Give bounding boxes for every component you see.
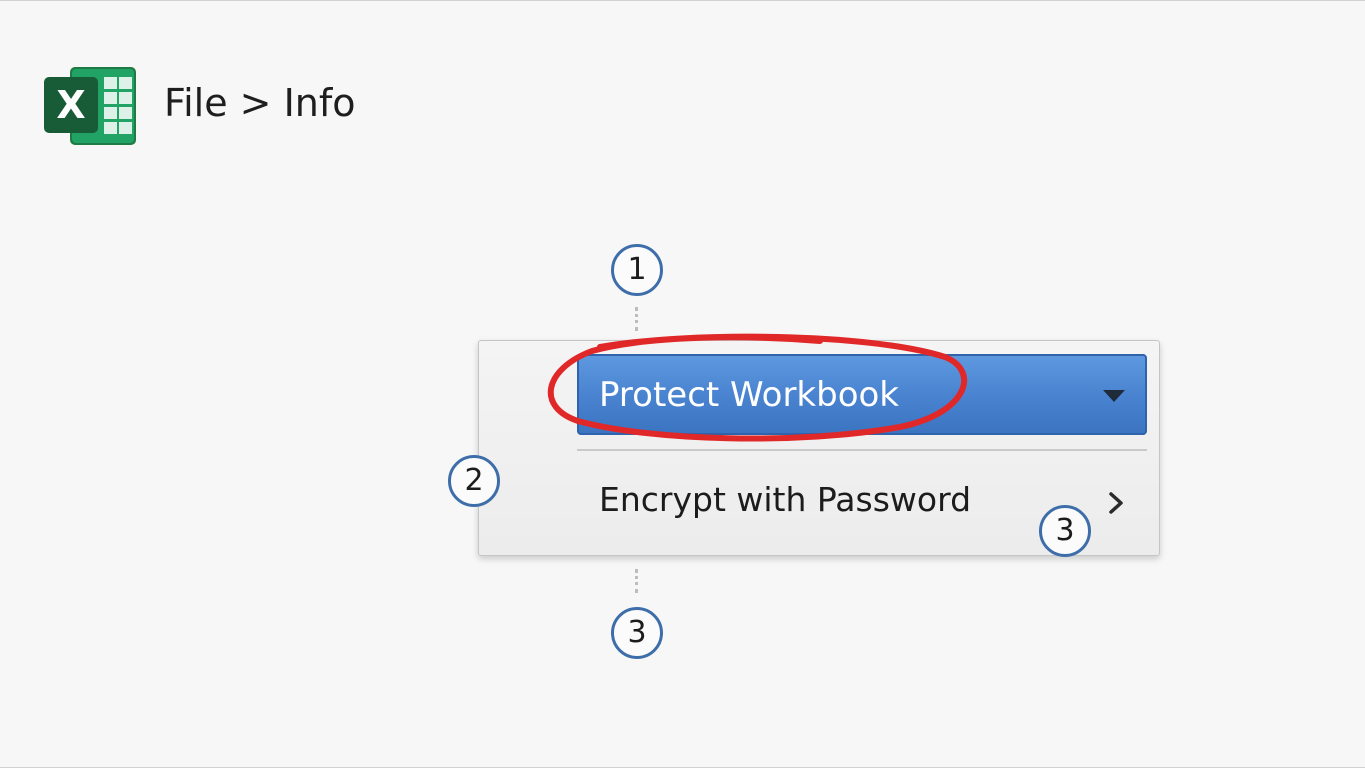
step-marker-1: 1	[611, 244, 663, 296]
step-marker-3-bottom: 3	[611, 607, 663, 659]
connector-dots-top	[635, 307, 638, 331]
page-title: File > Info	[164, 81, 356, 125]
tutorial-canvas: X File > Info 1 Protect Workbook Encrypt…	[0, 0, 1365, 768]
excel-icon: X	[44, 67, 136, 145]
encrypt-with-password-label: Encrypt with Password	[599, 480, 972, 519]
excel-logo-letter: X	[56, 83, 85, 127]
step-marker-2: 2	[448, 455, 500, 507]
protect-workbook-button[interactable]: Protect Workbook	[577, 354, 1147, 435]
caret-down-icon	[1103, 390, 1125, 402]
connector-dots-bottom	[635, 569, 638, 593]
protect-workbook-label: Protect Workbook	[599, 375, 899, 415]
menu-separator	[577, 449, 1147, 451]
chevron-right-icon	[1109, 492, 1123, 514]
step-marker-3-menu: 3	[1039, 505, 1091, 557]
